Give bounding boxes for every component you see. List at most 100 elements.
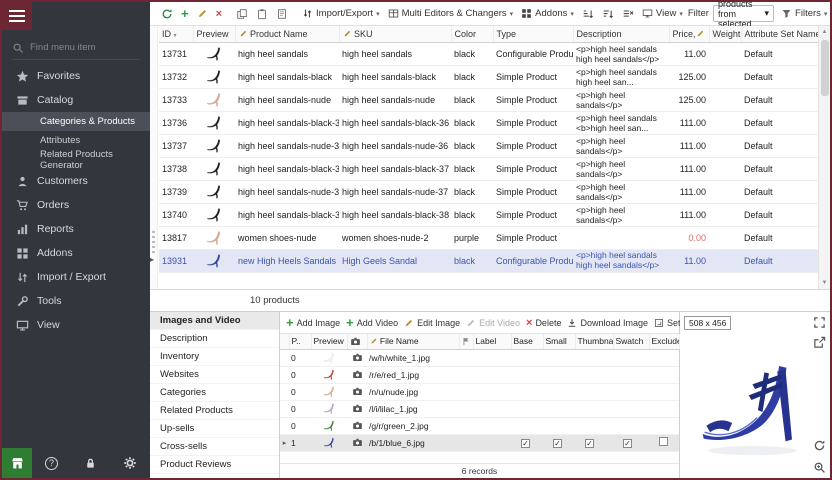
product-photo[interactable] [688, 326, 826, 474]
edit-product-button[interactable] [194, 6, 211, 21]
base-checkbox[interactable]: ✓ [521, 439, 530, 448]
sidebar-item-reports[interactable]: Reports [2, 217, 150, 241]
col-header-price[interactable]: Price, [669, 26, 709, 42]
sidebar-search-input[interactable]: Find menu item [12, 36, 140, 60]
col-header-label[interactable]: Label [473, 334, 511, 349]
import-export-menu[interactable]: Import/Export▾ [299, 6, 383, 21]
swatch-checkbox[interactable]: ✓ [623, 439, 632, 448]
splitter-handle[interactable] [152, 231, 155, 253]
scroll-up-icon[interactable]: ▲ [822, 26, 828, 38]
thumbnail-checkbox[interactable]: ✓ [585, 439, 594, 448]
image-row[interactable]: ▸ 1 /b/1/blue_6.jpg ✓ ✓ ✓ ✓ [280, 434, 679, 451]
edit-image-button[interactable]: Edit Image [402, 316, 462, 330]
col-header-exclude[interactable]: Exclude [649, 334, 679, 349]
sidebar-item-categories-products[interactable]: Categories & Products [2, 112, 150, 131]
store-button[interactable] [2, 448, 32, 478]
delete-image-button[interactable]: ×Delete [524, 316, 563, 330]
sort-desc-button[interactable] [599, 6, 617, 22]
col-header-camera[interactable] [347, 334, 367, 349]
tab-inventory[interactable]: Inventory [150, 348, 279, 366]
col-header-file-name[interactable]: File Name [367, 334, 459, 349]
sidebar-item-customers[interactable]: Customers [2, 169, 150, 193]
zoom-icon[interactable] [813, 461, 826, 474]
tab-related-products[interactable]: Related Products [150, 402, 279, 420]
add-video-button[interactable]: +Add Video [344, 316, 400, 330]
product-row[interactable]: 13931 new High Heels Sandals High Geels … [159, 249, 819, 272]
sidebar-item-attributes[interactable]: Attributes [2, 131, 150, 150]
product-row[interactable]: 13733 high heel sandals-nude high heel s… [159, 88, 819, 111]
add-image-button[interactable]: +Add Image [284, 316, 342, 330]
sidebar-item-favorites[interactable]: Favorites [2, 64, 150, 88]
product-row[interactable]: 13737 high heel sandals-nude-36 high hee… [159, 134, 819, 157]
col-header-id[interactable]: ID ▾ [159, 26, 193, 42]
download-image-button[interactable]: Download Image [565, 316, 650, 330]
col-header-product-name[interactable]: Product Name [235, 26, 339, 42]
clear-sort-button[interactable] [619, 6, 637, 22]
addons-menu[interactable]: Addons▾ [518, 6, 577, 21]
col-header-flag[interactable] [459, 334, 473, 349]
col-header-small[interactable]: Small [543, 334, 575, 349]
copy-button[interactable] [233, 6, 251, 22]
product-row[interactable]: 13732 high heel sandals-black high heel … [159, 65, 819, 88]
rotate-icon[interactable] [813, 439, 826, 452]
product-row[interactable]: 13731 high heel sandals high heel sandal… [159, 42, 819, 65]
product-row[interactable]: 13736 high heel sandals-black-36 high he… [159, 111, 819, 134]
sort-asc-button[interactable] [579, 6, 597, 22]
col-header-base[interactable]: Base [511, 334, 543, 349]
tab-up-sells[interactable]: Up-sells [150, 420, 279, 438]
col-header-weight[interactable]: Weight [709, 26, 741, 42]
sidebar-item-view[interactable]: View [2, 313, 150, 337]
tab-product-reviews[interactable]: Product Reviews [150, 456, 279, 474]
col-header-thumbnail[interactable]: Thumbna [575, 334, 613, 349]
scrollbar-thumb[interactable] [821, 40, 829, 96]
help-button[interactable]: ? [45, 457, 58, 470]
delete-product-button[interactable]: × [213, 7, 225, 21]
product-row[interactable]: 13740 high heel sandals-black-38 high he… [159, 203, 819, 226]
exclude-checkbox[interactable] [659, 437, 668, 446]
view-menu[interactable]: View▾ [639, 6, 686, 21]
product-row[interactable]: 13738 high heel sandals-black-37 high he… [159, 157, 819, 180]
col-header-swatch[interactable]: Swatch [613, 334, 649, 349]
sidebar-item-tools[interactable]: Tools [2, 289, 150, 313]
image-row[interactable]: 0 /w/h/white_1.jpg [280, 349, 679, 366]
product-row[interactable]: 13817 women shoes-nude women shoes-nude-… [159, 226, 819, 249]
gear-icon[interactable] [123, 456, 137, 470]
small-checkbox[interactable]: ✓ [553, 439, 562, 448]
product-row[interactable]: 13739 high heel sandals-nude-37 high hee… [159, 180, 819, 203]
sidebar-item-addons[interactable]: Addons [2, 241, 150, 265]
category-filter-select[interactable]: Show products from selected categories ▾ [713, 5, 774, 22]
sidebar-item-related-products-generator[interactable]: Related Products Generator [2, 150, 150, 169]
sidebar-item-catalog[interactable]: Catalog [2, 88, 150, 112]
tab-description[interactable]: Description [150, 330, 279, 348]
multi-editors-menu[interactable]: Multi Editors & Changers▾ [385, 6, 517, 21]
image-row[interactable]: 0 /r/e/red_1.jpg [280, 366, 679, 383]
lock-icon[interactable] [84, 457, 97, 470]
tab-images-and-video[interactable]: Images and Video [150, 312, 279, 330]
paste-button[interactable] [253, 6, 271, 22]
scroll-down-icon[interactable]: ▼ [822, 277, 828, 289]
products-scrollbar[interactable]: ▲ ▼ [818, 26, 830, 289]
image-row[interactable]: 0 /g/r/green_2.jpg [280, 417, 679, 434]
col-header-attribute-set[interactable]: Attribute Set Name [741, 26, 819, 42]
edit-video-button[interactable]: Edit Video [464, 316, 522, 330]
filters-button[interactable]: Filters▾ [778, 6, 830, 21]
sidebar-item-orders[interactable]: Orders [2, 193, 150, 217]
document-button[interactable] [273, 6, 291, 22]
sidebar-item-import-export[interactable]: Import / Export [2, 265, 150, 289]
tab-cross-sells[interactable]: Cross-sells [150, 438, 279, 456]
image-row[interactable]: 0 /n/u/nude.jpg [280, 383, 679, 400]
col-header-sku[interactable]: SKU [339, 26, 451, 42]
cell-type: Simple Product [493, 111, 573, 134]
hamburger-menu-icon[interactable] [2, 2, 32, 30]
add-product-button[interactable]: + [178, 7, 192, 21]
col-header-preview[interactable]: Preview [193, 26, 235, 42]
col-header-priority[interactable]: P.. [289, 334, 311, 349]
refresh-button[interactable] [158, 6, 176, 22]
col-header-image-preview[interactable]: Preview [311, 334, 347, 349]
image-row[interactable]: 0 /l/i/lilac_1.jpg [280, 400, 679, 417]
tab-categories[interactable]: Categories [150, 384, 279, 402]
col-header-description[interactable]: Description [573, 26, 669, 42]
col-header-type[interactable]: Type [493, 26, 573, 42]
col-header-color[interactable]: Color [451, 26, 493, 42]
tab-websites[interactable]: Websites [150, 366, 279, 384]
